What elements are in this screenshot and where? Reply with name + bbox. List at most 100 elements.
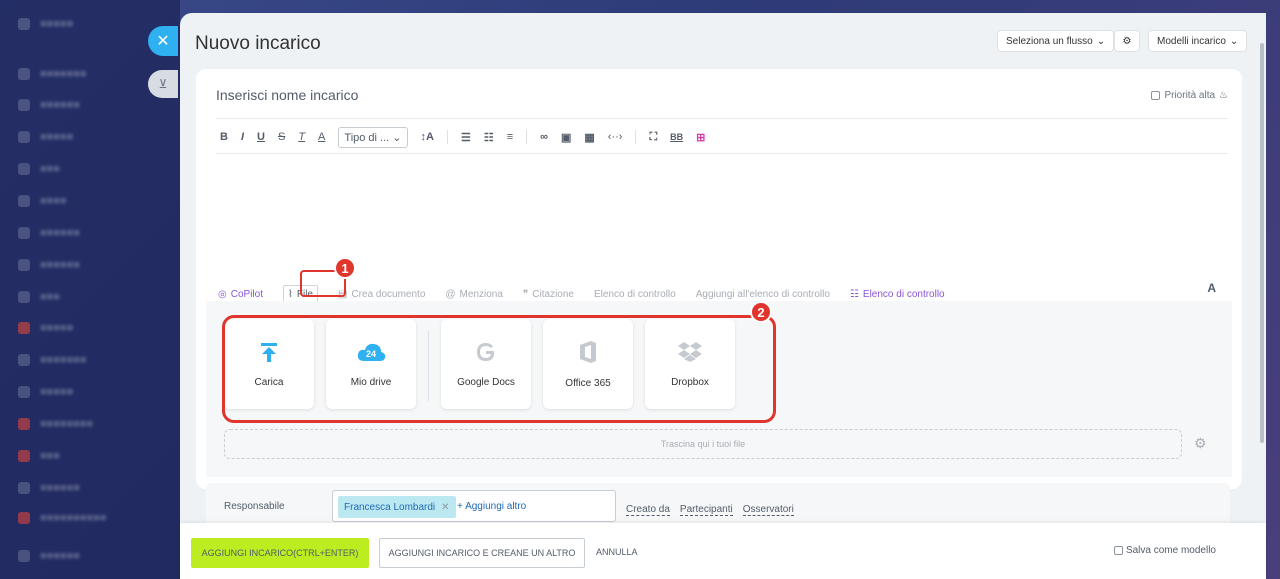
add-more-link[interactable]: + Aggiungi altro (457, 501, 526, 512)
sidebar-item: ■■■■■ (18, 322, 73, 334)
scrollbar[interactable] (1260, 43, 1264, 443)
flame-icon: ♨ (1219, 90, 1228, 101)
flow-select-label: Seleziona un flusso (1006, 35, 1093, 47)
formatting-toolbar: B I U S T A Tipo di ... ⌄ ↕A ☰ ☷ ≡ ∞ ▣ ▦… (220, 126, 705, 148)
copilot-button[interactable]: ◎ CoPilot (218, 289, 263, 300)
annotation-badge-2: 2 (750, 301, 772, 323)
bbcode-button[interactable]: BB (670, 132, 683, 142)
flow-select[interactable]: Seleziona un flusso ⌄ (997, 30, 1115, 52)
save-as-template[interactable]: Salva come modello (1113, 545, 1216, 556)
text-color-button[interactable]: A (318, 131, 325, 143)
create-document-button[interactable]: ▤ Crea documento (338, 289, 425, 300)
close-icon[interactable]: ✕ (148, 26, 178, 56)
fullscreen-icon[interactable]: ⛶ (649, 131, 657, 144)
sidebar-item: ■■■■■■■■ (18, 418, 93, 430)
add-and-create-another-button[interactable]: AGGIUNGI INCARICO E CREANE UN ALTRO (379, 538, 585, 568)
mention-button[interactable]: @ Menziona (445, 289, 503, 300)
underline-button[interactable]: U (257, 131, 265, 143)
bullet-list-icon[interactable]: ☷ (484, 131, 494, 144)
sidebar-item: ■■■■■■■ (18, 68, 87, 80)
page-title: Nuovo incarico (195, 33, 321, 54)
footer-bar: AGGIUNGI INCARICO(CTRL+ENTER) AGGIUNGI I… (180, 523, 1266, 579)
sidebar-item: ■■■■■■ (18, 227, 80, 239)
mention-label: Menziona (459, 289, 503, 300)
divider (216, 118, 1228, 119)
checklist-icon: ☷ (849, 289, 859, 300)
copilot-label: CoPilot (230, 289, 263, 300)
add-to-checklist-button[interactable]: Aggiungi all'elenco di controllo (696, 289, 830, 300)
participants-link[interactable]: Partecipanti (679, 504, 733, 516)
settings-gear-icon[interactable]: ⚙ (1114, 30, 1140, 52)
templates-button[interactable]: Modelli incarico ⌄ (1148, 30, 1248, 52)
bold-button[interactable]: B (220, 131, 228, 143)
priority-label: Priorità alta (1164, 90, 1216, 101)
file-dropzone[interactable]: Trascina qui i tuoi file (224, 429, 1182, 459)
responsible-field[interactable]: Francesca Lombardi ✕ + Aggiungi altro (332, 490, 616, 522)
image-icon[interactable]: ▣ (561, 131, 571, 144)
created-by-link[interactable]: Creato da (626, 504, 670, 516)
task-name-input[interactable]: Inserisci nome incarico (216, 87, 358, 103)
sidebar-item: ■■■ (18, 163, 60, 175)
sidebar-item: ■■■■■■ (18, 99, 80, 111)
priority-toggle[interactable]: Priorità alta ♨ (1151, 90, 1228, 101)
task-panel: Nuovo incarico Seleziona un flusso ⌄ ⚙ M… (180, 13, 1266, 579)
priority-checkbox[interactable] (1151, 91, 1161, 100)
numbered-list-icon[interactable]: ☰ (461, 131, 471, 144)
divider (216, 153, 1228, 154)
sidebar-item: ■■■■■ (18, 131, 73, 143)
services-highlight (222, 315, 776, 423)
responsible-label: Responsabile (224, 501, 285, 512)
sidebar-item: ■■■ (18, 450, 60, 462)
sidebar-item: ■■■■■■■ (18, 354, 87, 366)
assignee-name: Francesca Lombardi (344, 501, 436, 513)
table-icon[interactable]: ▦ (584, 131, 594, 144)
font-type-label: Tipo di ... (344, 131, 390, 144)
templates-label: Modelli incarico (1157, 35, 1226, 47)
paperclip-icon: ⌇ (287, 289, 293, 300)
observers-link[interactable]: Osservatori (742, 504, 794, 516)
align-icon[interactable]: ≡ (507, 131, 513, 143)
remove-icon[interactable]: ✕ (441, 502, 449, 513)
checklist-button[interactable]: Elenco di controllo (594, 289, 676, 300)
chevron-down-icon: ⌄ (1096, 35, 1106, 47)
gear-icon[interactable]: ⚙ (1194, 435, 1207, 452)
font-toggle-button[interactable]: A (1207, 281, 1216, 295)
divider (446, 130, 448, 144)
divider (526, 130, 528, 144)
add-task-button[interactable]: AGGIUNGI INCARICO(CTRL+ENTER) (191, 538, 369, 568)
annotation-badge-1: 1 (334, 257, 356, 279)
checklist-ai-label: Elenco di controllo (862, 289, 945, 300)
cancel-button[interactable]: ANNULLA (596, 547, 638, 557)
italic-button[interactable]: I (241, 131, 244, 143)
code-icon[interactable]: ‹··› (608, 131, 623, 143)
assignee-chip[interactable]: Francesca Lombardi ✕ (338, 496, 456, 518)
strikethrough-button[interactable]: S (278, 131, 285, 143)
font-type-select[interactable]: Tipo di ... ⌄ (338, 126, 408, 148)
minimize-icon[interactable]: ⊻ (148, 70, 178, 98)
checklist-ai-button[interactable]: ☷ Elenco di controllo (850, 289, 945, 300)
sidebar-item: ■■■■■■■■■■ (18, 512, 106, 524)
sidebar-item: ■■■■■■ (18, 259, 80, 271)
sidebar-item: ■■■■■■ (18, 482, 80, 494)
copilot-icon: ◎ (218, 289, 227, 300)
create-document-label: Crea documento (351, 289, 426, 300)
save-template-label: Salva come modello (1125, 545, 1216, 556)
quote-button[interactable]: ❞ Citazione (523, 289, 574, 300)
quote-icon: ❞ (522, 289, 529, 300)
sidebar-item: ■■■■■■ (18, 550, 80, 562)
role-links: Creato da Partecipanti Osservatori (626, 504, 794, 516)
chevron-down-icon: ⌄ (1229, 35, 1239, 47)
save-template-checkbox[interactable] (1113, 546, 1123, 555)
clear-format-button[interactable]: T (298, 131, 305, 143)
at-icon: @ (445, 289, 456, 300)
task-editor: Inserisci nome incarico Priorità alta ♨ … (196, 69, 1242, 489)
ai-image-icon[interactable]: ⊞ (696, 131, 705, 144)
sidebar-item: ■■■■■ (18, 386, 73, 398)
divider (635, 130, 637, 144)
dropzone-label: Trascina qui i tuoi file (660, 439, 746, 449)
link-icon[interactable]: ∞ (540, 131, 548, 143)
font-size-button[interactable]: ↕A (421, 131, 434, 143)
sidebar-item: ■■■ (18, 291, 60, 303)
sidebar-item: ■■■■■ (18, 18, 73, 30)
quote-label: Citazione (532, 289, 574, 300)
